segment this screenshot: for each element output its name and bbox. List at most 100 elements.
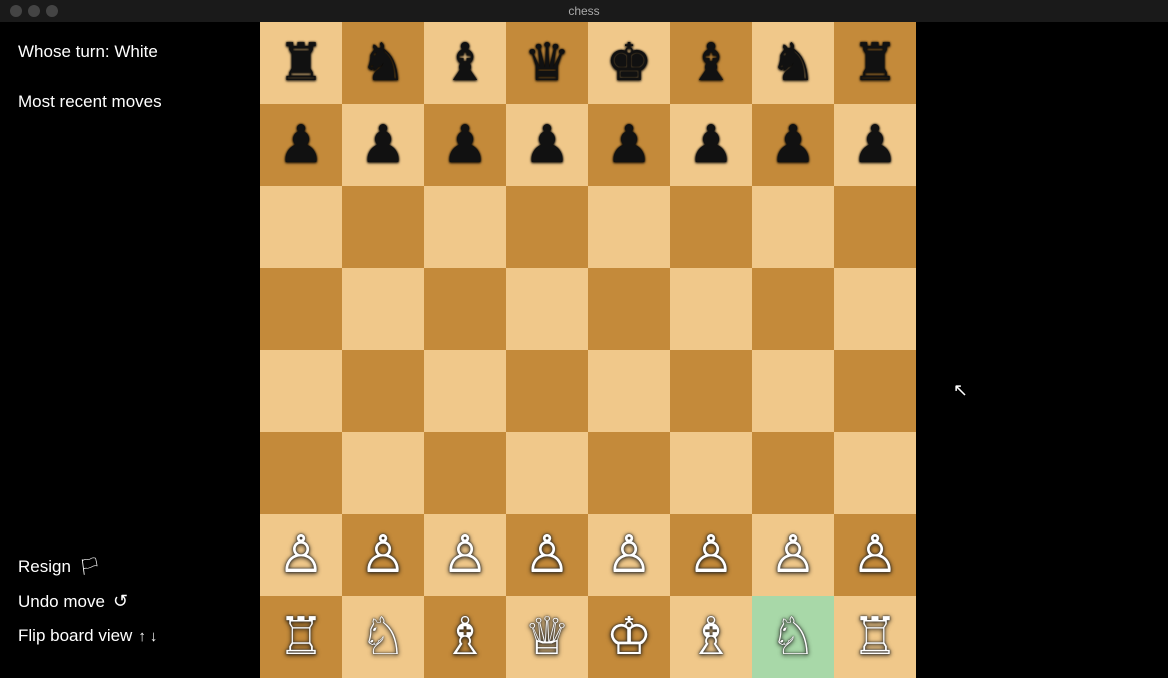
chess-cell[interactable]: ♙	[506, 514, 588, 596]
chess-cell[interactable]: ♜	[834, 22, 916, 104]
chess-cell[interactable]	[834, 268, 916, 350]
chess-cell[interactable]: ♔	[588, 596, 670, 678]
chess-cell[interactable]	[834, 186, 916, 268]
chess-piece: ♙	[852, 529, 899, 581]
chess-cell[interactable]	[342, 268, 424, 350]
chess-piece: ♟	[278, 119, 325, 171]
chess-piece: ♘	[770, 611, 817, 663]
chess-cell[interactable]: ♙	[424, 514, 506, 596]
chess-cell[interactable]: ♞	[342, 22, 424, 104]
chess-cell[interactable]: ♗	[424, 596, 506, 678]
minimize-button[interactable]	[28, 5, 40, 17]
chess-cell[interactable]: ♟	[588, 104, 670, 186]
chess-cell[interactable]	[752, 268, 834, 350]
chess-cell[interactable]	[424, 186, 506, 268]
titlebar-buttons	[10, 5, 58, 17]
chess-piece: ♕	[524, 611, 571, 663]
chess-cell[interactable]	[342, 350, 424, 432]
chess-cell[interactable]: ♜	[260, 22, 342, 104]
resign-flag-icon: 🏳	[79, 557, 101, 577]
titlebar: chess	[0, 0, 1168, 22]
chess-piece: ♞	[770, 37, 817, 89]
chess-cell[interactable]	[342, 186, 424, 268]
chess-cell[interactable]	[506, 432, 588, 514]
chess-cell[interactable]: ♟	[424, 104, 506, 186]
chess-cell[interactable]	[752, 432, 834, 514]
chess-piece: ♗	[688, 611, 735, 663]
chess-piece: ♖	[278, 611, 325, 663]
chess-cell[interactable]	[588, 186, 670, 268]
chess-cell[interactable]: ♞	[752, 22, 834, 104]
resign-button[interactable]: Resign 🏳	[18, 557, 242, 577]
chess-cell[interactable]: ♖	[834, 596, 916, 678]
chess-piece: ♝	[688, 37, 735, 89]
chess-cell[interactable]: ♗	[670, 596, 752, 678]
chess-cell[interactable]: ♟	[342, 104, 424, 186]
chess-cell[interactable]	[342, 432, 424, 514]
chess-piece: ♚	[606, 37, 653, 89]
chess-cell[interactable]: ♝	[424, 22, 506, 104]
chess-cell[interactable]	[506, 350, 588, 432]
chess-cell[interactable]: ♟	[260, 104, 342, 186]
chess-piece: ♛	[524, 37, 571, 89]
close-button[interactable]	[10, 5, 22, 17]
chess-cell[interactable]: ♙	[342, 514, 424, 596]
chess-cell[interactable]	[424, 432, 506, 514]
chess-piece: ♙	[524, 529, 571, 581]
chess-cell[interactable]	[670, 350, 752, 432]
chess-cell[interactable]	[260, 268, 342, 350]
chess-cell[interactable]	[506, 186, 588, 268]
flip-board-label: Flip board view	[18, 626, 132, 646]
chess-cell[interactable]: ♟	[506, 104, 588, 186]
whose-turn-label: Whose turn: White	[18, 42, 242, 62]
chess-cell[interactable]: ♙	[670, 514, 752, 596]
chess-cell[interactable]	[670, 268, 752, 350]
chess-piece: ♙	[606, 529, 653, 581]
chess-piece: ♝	[442, 37, 489, 89]
chess-cell[interactable]: ♙	[752, 514, 834, 596]
chess-cell[interactable]: ♙	[834, 514, 916, 596]
chess-cell[interactable]	[752, 186, 834, 268]
chess-cell[interactable]	[670, 186, 752, 268]
maximize-button[interactable]	[46, 5, 58, 17]
chess-cell[interactable]: ♘	[342, 596, 424, 678]
chess-cell[interactable]	[424, 268, 506, 350]
chess-cell[interactable]	[588, 268, 670, 350]
chess-cell[interactable]: ♟	[834, 104, 916, 186]
chess-cell[interactable]	[752, 350, 834, 432]
chess-cell[interactable]	[670, 432, 752, 514]
chess-piece: ♞	[360, 37, 407, 89]
chess-cell[interactable]	[834, 350, 916, 432]
chess-cell[interactable]	[588, 432, 670, 514]
chess-cell[interactable]: ♖	[260, 596, 342, 678]
chess-cell[interactable]: ♟	[670, 104, 752, 186]
chess-cell[interactable]	[260, 350, 342, 432]
sidebar-actions: Resign 🏳 Undo move ↺ Flip board view ↑ ↓	[18, 557, 242, 656]
chess-cell[interactable]: ♚	[588, 22, 670, 104]
chess-cell[interactable]	[506, 268, 588, 350]
chess-cell[interactable]: ♙	[260, 514, 342, 596]
chess-piece: ♙	[442, 529, 489, 581]
main-layout: Whose turn: White Most recent moves Resi…	[0, 22, 1168, 676]
flip-board-button[interactable]: Flip board view ↑ ↓	[18, 626, 242, 646]
chess-cell[interactable]	[834, 432, 916, 514]
chess-cell[interactable]	[424, 350, 506, 432]
chess-piece: ♘	[360, 611, 407, 663]
chess-cell[interactable]	[260, 432, 342, 514]
undo-move-button[interactable]: Undo move ↺	[18, 591, 242, 612]
chess-piece: ♙	[688, 529, 735, 581]
chess-cell[interactable]: ♟	[752, 104, 834, 186]
flip-down-icon: ↓	[150, 628, 158, 645]
board-container: ♜♞♝♛♚♝♞♜♟♟♟♟♟♟♟♟♙♙♙♙♙♙♙♙♖♘♗♕♔♗♘♖	[260, 22, 1168, 676]
chess-cell[interactable]: ♛	[506, 22, 588, 104]
chess-cell[interactable]: ♕	[506, 596, 588, 678]
most-recent-moves-label: Most recent moves	[18, 92, 242, 112]
chess-cell[interactable]: ♝	[670, 22, 752, 104]
chess-cell[interactable]	[260, 186, 342, 268]
chess-piece: ♔	[606, 611, 653, 663]
chess-piece: ♟	[524, 119, 571, 171]
chess-cell[interactable]	[588, 350, 670, 432]
flip-up-icon: ↑	[138, 628, 146, 645]
chess-cell[interactable]: ♘	[752, 596, 834, 678]
chess-cell[interactable]: ♙	[588, 514, 670, 596]
